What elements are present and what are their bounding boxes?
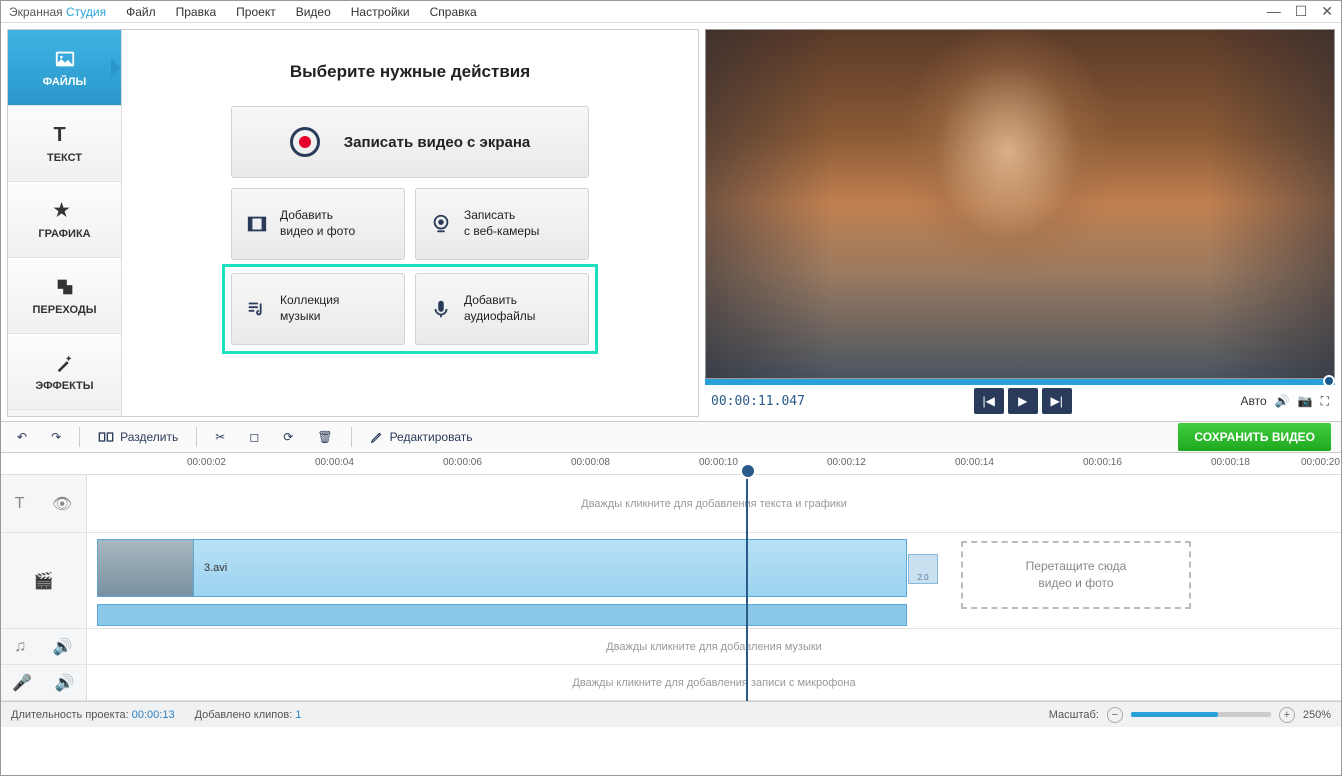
record-icon bbox=[290, 127, 320, 157]
snapshot-icon[interactable]: 📷 bbox=[1298, 394, 1313, 408]
app-title-a: Экранная bbox=[9, 5, 63, 19]
music-list-icon bbox=[246, 298, 268, 320]
timeline-ruler[interactable]: 00:00:02 00:00:04 00:00:06 00:00:08 00:0… bbox=[1, 453, 1341, 475]
next-frame-button[interactable]: ▶| bbox=[1042, 388, 1072, 414]
mic-track: 🎤 🔊 Дважды кликните для добавления записи… bbox=[1, 665, 1341, 701]
mic-track-icon: 🎤 bbox=[12, 673, 32, 693]
preview-time: 00:00:11.047 bbox=[711, 394, 805, 409]
rotate-button[interactable]: ⟳ bbox=[277, 426, 299, 448]
highlight-box: Коллекциямузыки Добавитьаудиофайлы bbox=[222, 264, 598, 354]
zoom-value: 250% bbox=[1303, 709, 1331, 721]
record-screen-label: Записать видео с экрана bbox=[344, 134, 530, 151]
zoom-in-button[interactable]: + bbox=[1279, 707, 1295, 723]
tab-graphics-label: ГРАФИКА bbox=[38, 228, 90, 240]
window-controls: — ☐ ✕ bbox=[1267, 3, 1333, 20]
duration-info: Длительность проекта: 00:00:13 bbox=[11, 709, 175, 721]
preview-progress[interactable] bbox=[705, 379, 1335, 385]
zoom-controls: Масштаб: − + 250% bbox=[1049, 707, 1331, 723]
text-track: T 👁 Дважды кликните для добавления текста… bbox=[1, 475, 1341, 533]
music-track: ♫ 🔊 Дважды кликните для добавления музыки bbox=[1, 629, 1341, 665]
minimize-button[interactable]: — bbox=[1267, 3, 1281, 20]
maximize-button[interactable]: ☐ bbox=[1295, 3, 1308, 20]
play-button[interactable]: ▶ bbox=[1008, 388, 1038, 414]
zoom-out-button[interactable]: − bbox=[1107, 707, 1123, 723]
preview-video[interactable] bbox=[705, 29, 1335, 379]
music-volume-icon[interactable]: 🔊 bbox=[53, 637, 73, 657]
media-panel: ФАЙЛЫ T ТЕКСТ ★ ГРАФИКА ПЕРЕХОДЫ ЭФФЕКТЫ… bbox=[7, 29, 699, 417]
redo-button[interactable]: ↷ bbox=[45, 426, 67, 448]
music-track-icon: ♫ bbox=[14, 638, 26, 656]
split-icon bbox=[98, 429, 114, 445]
tabs-column: ФАЙЛЫ T ТЕКСТ ★ ГРАФИКА ПЕРЕХОДЫ ЭФФЕКТЫ bbox=[8, 30, 122, 416]
clip-thumbnail bbox=[98, 540, 194, 596]
video-track-icon: 🎬 bbox=[34, 571, 54, 591]
volume-icon[interactable]: 🔊 bbox=[1275, 394, 1290, 408]
menu-help[interactable]: Справка bbox=[430, 5, 477, 19]
prev-frame-button[interactable]: |◀ bbox=[974, 388, 1004, 414]
mic-volume-icon[interactable]: 🔊 bbox=[55, 673, 75, 693]
tab-text-label: ТЕКСТ bbox=[47, 152, 82, 164]
zoom-slider[interactable] bbox=[1131, 712, 1271, 717]
video-track-body[interactable]: 3.avi 2.0 Перетащите сюдавидео и фото bbox=[87, 533, 1341, 628]
tab-files[interactable]: ФАЙЛЫ bbox=[8, 30, 121, 106]
add-media-button[interactable]: Добавитьвидео и фото bbox=[231, 188, 405, 260]
tab-graphics[interactable]: ★ ГРАФИКА bbox=[8, 182, 121, 258]
tab-files-label: ФАЙЛЫ bbox=[43, 76, 86, 88]
visibility-icon[interactable]: 👁 bbox=[52, 494, 72, 514]
crop-button[interactable]: ◻ bbox=[243, 426, 265, 448]
edit-button[interactable]: Редактировать bbox=[364, 426, 479, 448]
tab-text[interactable]: T ТЕКСТ bbox=[8, 106, 121, 182]
menu-video[interactable]: Видео bbox=[296, 5, 331, 19]
menu-edit[interactable]: Правка bbox=[176, 5, 217, 19]
progress-knob[interactable] bbox=[1323, 375, 1335, 387]
app-title-b: Студия bbox=[66, 5, 106, 19]
film-icon bbox=[246, 213, 268, 235]
preview-panel: 00:00:11.047 |◀ ▶ ▶| Авто 🔊 📷 ⛶ bbox=[705, 29, 1335, 417]
playhead[interactable] bbox=[746, 475, 748, 701]
fullscreen-icon[interactable]: ⛶ bbox=[1321, 394, 1329, 409]
video-dropzone[interactable]: Перетащите сюдавидео и фото bbox=[961, 541, 1191, 609]
text-track-body[interactable]: Дважды кликните для добавления текста и … bbox=[87, 475, 1341, 532]
menu-file[interactable]: Файл bbox=[126, 5, 156, 19]
music-track-body[interactable]: Дважды кликните для добавления музыки bbox=[87, 629, 1341, 664]
clip-name: 3.avi bbox=[204, 562, 227, 574]
clip-transition[interactable]: 2.0 bbox=[908, 554, 938, 584]
tab-effects[interactable]: ЭФФЕКТЫ bbox=[8, 334, 121, 410]
close-button[interactable]: ✕ bbox=[1321, 3, 1333, 20]
content-area: Выберите нужные действия Записать видео … bbox=[122, 30, 698, 416]
mic-track-body[interactable]: Дважды кликните для добавления записи с … bbox=[87, 665, 1341, 700]
webcam-button[interactable]: Записатьс веб-камеры bbox=[415, 188, 589, 260]
preview-auto-label[interactable]: Авто bbox=[1241, 394, 1267, 408]
tab-effects-label: ЭФФЕКТЫ bbox=[35, 380, 93, 392]
menu-settings[interactable]: Настройки bbox=[351, 5, 410, 19]
split-button[interactable]: Разделить bbox=[92, 425, 184, 449]
menubar: Экранная Студия Файл Правка Проект Видео… bbox=[1, 1, 1341, 23]
undo-button[interactable]: ↶ bbox=[11, 426, 33, 448]
save-video-button[interactable]: СОХРАНИТЬ ВИДЕО bbox=[1178, 423, 1331, 451]
clips-info: Добавлено клипов: 1 bbox=[195, 709, 302, 721]
menu-project[interactable]: Проект bbox=[236, 5, 276, 19]
webcam-icon bbox=[430, 213, 452, 235]
edit-icon bbox=[370, 430, 384, 444]
text-track-icon: T bbox=[15, 495, 25, 513]
timeline: 00:00:02 00:00:04 00:00:06 00:00:08 00:0… bbox=[1, 453, 1341, 701]
audio-waveform[interactable] bbox=[97, 604, 907, 626]
cut-button[interactable]: ✂ bbox=[209, 426, 231, 448]
music-collection-button[interactable]: Коллекциямузыки bbox=[231, 273, 405, 345]
content-title: Выберите нужные действия bbox=[290, 62, 530, 82]
tab-transitions-label: ПЕРЕХОДЫ bbox=[33, 304, 97, 316]
video-track: 🎬 3.avi 2.0 Перетащите сюдавидео и фото bbox=[1, 533, 1341, 629]
tab-transitions[interactable]: ПЕРЕХОДЫ bbox=[8, 258, 121, 334]
delete-button[interactable]: 🗑 bbox=[311, 426, 338, 448]
statusbar: Длительность проекта: 00:00:13 Добавлено… bbox=[1, 701, 1341, 727]
record-screen-button[interactable]: Записать видео с экрана bbox=[231, 106, 589, 178]
add-audio-button[interactable]: Добавитьаудиофайлы bbox=[415, 273, 589, 345]
edit-toolbar: ↶ ↷ Разделить ✂ ◻ ⟳ 🗑 Редактировать СОХР… bbox=[1, 421, 1341, 453]
tracks-container: T 👁 Дважды кликните для добавления текста… bbox=[1, 475, 1341, 701]
video-clip[interactable]: 3.avi 2.0 bbox=[97, 539, 907, 597]
microphone-icon bbox=[430, 298, 452, 320]
